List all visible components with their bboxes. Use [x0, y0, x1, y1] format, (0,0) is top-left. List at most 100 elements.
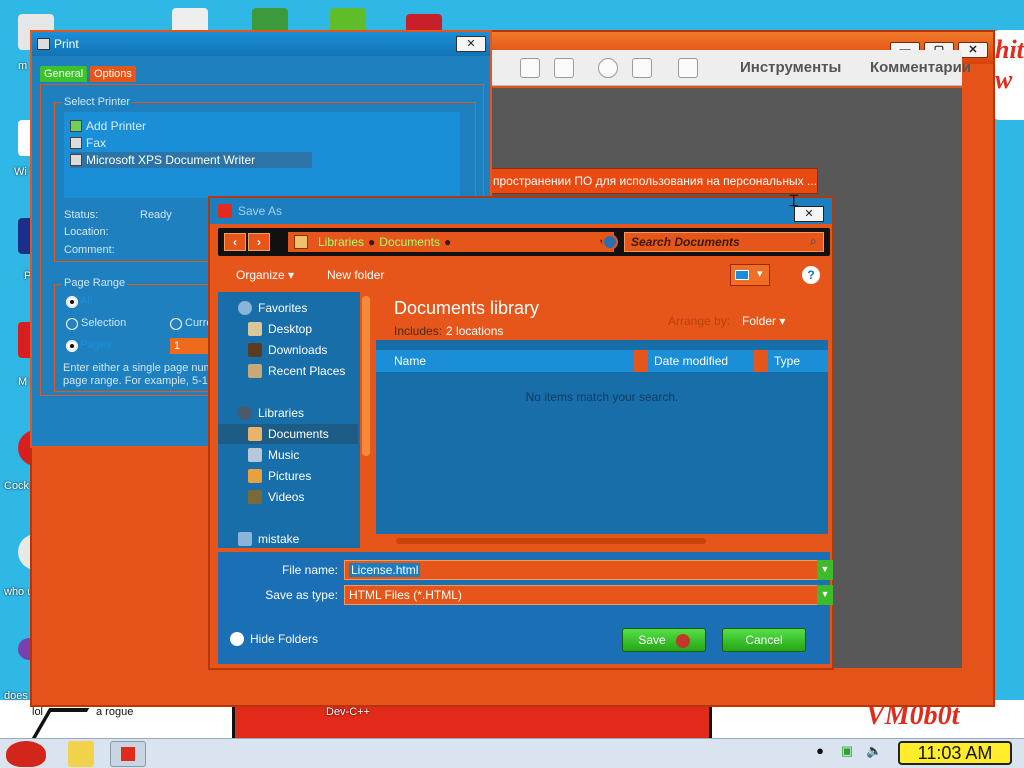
- scrollbar-thumb[interactable]: [396, 538, 706, 544]
- chevron-down-icon[interactable]: ▼: [817, 560, 833, 580]
- radio-current[interactable]: [170, 318, 182, 330]
- save-as-type-value: HTML Files (*.HTML): [349, 588, 462, 602]
- chevron-up-icon: [230, 632, 244, 646]
- nav-item-music[interactable]: Music: [218, 445, 358, 465]
- breadcrumb-documents[interactable]: Documents: [379, 235, 440, 249]
- library-includes: Includes: 2 locations: [394, 324, 503, 338]
- radio-all[interactable]: [66, 296, 78, 308]
- nav-group-favorites[interactable]: Favorites: [218, 298, 358, 318]
- column-divider[interactable]: [634, 350, 648, 372]
- print-close-button[interactable]: ✕: [456, 36, 486, 52]
- comment-icon[interactable]: [598, 58, 618, 78]
- tools-button[interactable]: Инструменты: [740, 59, 841, 76]
- column-name[interactable]: Name: [394, 354, 426, 368]
- column-headers: Name Date modified Type: [376, 350, 828, 372]
- pages-input[interactable]: 1: [170, 338, 212, 354]
- documents-icon: [248, 427, 262, 441]
- organize-button[interactable]: Organize ▾: [236, 268, 294, 282]
- new-folder-button[interactable]: New folder: [327, 268, 384, 282]
- desktop-icon-5-label: Cock: [4, 480, 30, 492]
- page-range-hint-1: Enter either a single page numb: [63, 362, 219, 374]
- file-name-value: License.html: [349, 563, 421, 577]
- nav-label: mistake: [258, 532, 300, 546]
- start-button[interactable]: [6, 741, 46, 767]
- file-name-field[interactable]: License.html ▼: [344, 560, 833, 580]
- radio-selection-label: Selection: [81, 317, 127, 329]
- save-button[interactable]: Save: [622, 628, 706, 652]
- xps-printer-icon: [70, 154, 82, 166]
- help-button[interactable]: ?: [802, 266, 820, 284]
- explorer-taskbar-button[interactable]: [68, 741, 94, 767]
- acrobat-taskbar-button[interactable]: [110, 741, 146, 767]
- pdf-icon: [121, 747, 135, 761]
- music-icon: [248, 448, 262, 462]
- acrobat-toolbar: Инструменты Комментарии: [462, 50, 971, 86]
- view-icon: [735, 270, 749, 280]
- network-icon[interactable]: ▣: [840, 744, 854, 758]
- videos-icon: [248, 490, 262, 504]
- comment-label: Comment:: [64, 244, 115, 256]
- command-bar: Organize ▾ New folder ▾ ?: [218, 260, 830, 290]
- record-icon[interactable]: ●: [813, 744, 827, 758]
- scrollbar-thumb[interactable]: [362, 296, 370, 456]
- shield-icon: [675, 633, 690, 648]
- search-icon[interactable]: ⌕: [810, 234, 817, 249]
- printer-item-label: Fax: [86, 136, 107, 150]
- libraries-icon: [238, 406, 252, 420]
- sign-icon[interactable]: [632, 58, 652, 78]
- includes-locations-link[interactable]: 2 locations: [442, 324, 503, 338]
- radio-selection[interactable]: [66, 318, 78, 330]
- refresh-icon[interactable]: [602, 234, 618, 250]
- printer-item-label: Microsoft XPS Document Writer: [86, 153, 256, 167]
- column-divider[interactable]: [754, 350, 768, 372]
- back-button[interactable]: ‹: [224, 233, 246, 251]
- nav-item-documents[interactable]: Documents: [218, 424, 358, 444]
- horizontal-scrollbar[interactable]: [376, 534, 828, 548]
- cancel-button[interactable]: Cancel: [722, 628, 806, 652]
- printer-list[interactable]: Add Printer Fax Microsoft XPS Document W…: [64, 112, 460, 198]
- chevron-down-icon[interactable]: ▼: [817, 585, 833, 605]
- comments-button[interactable]: Комментарии: [870, 59, 971, 76]
- navigation-scrollbar[interactable]: [360, 292, 374, 548]
- nav-item-desktop[interactable]: Desktop: [218, 319, 358, 339]
- save-as-title: Save As: [238, 204, 283, 218]
- save-options-area: File name: License.html ▼ Save as type: …: [218, 552, 833, 664]
- printer-item[interactable]: Microsoft XPS Document Writer: [70, 152, 312, 168]
- expand-icon[interactable]: [678, 58, 698, 78]
- downloads-icon: [248, 343, 262, 357]
- breadcrumb-libraries[interactable]: Libraries: [318, 235, 364, 249]
- save-as-type-select[interactable]: HTML Files (*.HTML) ▼: [344, 585, 833, 605]
- nav-item-pictures[interactable]: Pictures: [218, 466, 358, 486]
- search-input[interactable]: Search Documents: [624, 232, 824, 252]
- nav-label: Downloads: [268, 343, 328, 357]
- printer-item[interactable]: Fax: [70, 135, 106, 151]
- hide-folders-button[interactable]: Hide Folders: [230, 632, 318, 646]
- nav-label: Pictures: [268, 469, 312, 483]
- nav-item-recent-places[interactable]: Recent Places: [218, 361, 358, 381]
- view-options-button[interactable]: ▾: [730, 264, 770, 286]
- printer-item[interactable]: Add Printer: [70, 118, 146, 134]
- column-date-modified[interactable]: Date modified: [654, 354, 728, 368]
- tab-options[interactable]: Options: [90, 66, 136, 82]
- nav-item-downloads[interactable]: Downloads: [218, 340, 358, 360]
- radio-pages[interactable]: [66, 340, 78, 352]
- print-dialog-title: Print: [32, 32, 490, 56]
- close-button[interactable]: ✕: [958, 42, 988, 58]
- page-icon[interactable]: [520, 58, 540, 78]
- library-title: Documents library: [394, 298, 540, 318]
- nav-group-libraries[interactable]: Libraries: [218, 403, 358, 423]
- clock[interactable]: 11:03 AM: [898, 741, 1012, 765]
- column-type[interactable]: Type: [774, 354, 800, 368]
- nav-item-videos[interactable]: Videos: [218, 487, 358, 507]
- desktop-icon-1-label: m: [18, 60, 28, 72]
- status-label: Status:: [64, 209, 99, 221]
- breadcrumb[interactable]: Libraries●Documents● ▾: [288, 232, 614, 252]
- arrange-by-dropdown[interactable]: Folder ▾: [742, 314, 785, 328]
- radio-all-label: All: [80, 295, 93, 307]
- nav-group-mistake[interactable]: mistake: [218, 529, 358, 548]
- fit-page-icon[interactable]: [554, 58, 574, 78]
- forward-button[interactable]: ›: [248, 233, 270, 251]
- tab-general[interactable]: General: [40, 66, 88, 82]
- volume-icon[interactable]: 🔈: [866, 744, 882, 758]
- includes-label: Includes:: [394, 324, 443, 338]
